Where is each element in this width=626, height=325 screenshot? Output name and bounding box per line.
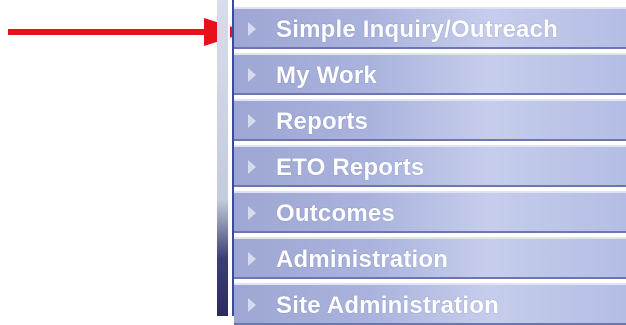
menu-item-reports[interactable]: Reports (234, 99, 626, 141)
menu-item-label: My Work (276, 62, 377, 89)
menu-item-outcomes[interactable]: Outcomes (234, 191, 626, 233)
chevron-right-icon (248, 68, 256, 82)
menu-item-administration[interactable]: Administration (234, 237, 626, 279)
menu-item-my-work[interactable]: My Work (234, 53, 626, 95)
menu-item-label: Reports (276, 108, 369, 135)
chevron-right-icon (248, 114, 256, 128)
frame-side-bar (217, 0, 230, 316)
annotation-arrow-icon (8, 18, 248, 46)
chevron-right-icon (248, 22, 256, 36)
chevron-right-icon (248, 298, 256, 312)
menu-item-label: Outcomes (276, 200, 395, 227)
chevron-right-icon (248, 252, 256, 266)
menu-item-site-administration[interactable]: Site Administration (234, 283, 626, 325)
chevron-right-icon (248, 206, 256, 220)
menu-item-label: Administration (276, 246, 449, 273)
navigation-menu: Simple Inquiry/Outreach My Work Reports … (232, 0, 626, 325)
menu-item-simple-inquiry-outreach[interactable]: Simple Inquiry/Outreach (234, 7, 626, 49)
menu-item-label: ETO Reports (276, 154, 425, 181)
menu-item-eto-reports[interactable]: ETO Reports (234, 145, 626, 187)
frame-divider (228, 0, 230, 316)
chevron-right-icon (248, 160, 256, 174)
menu-item-label: Simple Inquiry/Outreach (276, 16, 558, 43)
